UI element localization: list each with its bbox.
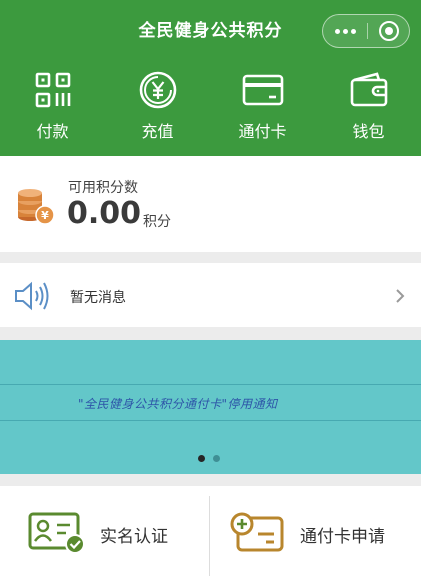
banner-text: "全民健身公共积分通付卡"停用通知: [78, 397, 278, 411]
wallet-label: 钱包: [352, 122, 385, 141]
real-name-verify-button[interactable]: 实名认证: [0, 486, 209, 579]
notice-text: 暂无消息: [70, 290, 126, 306]
points-label: 可用积分数: [68, 180, 138, 196]
carousel-dot-active[interactable]: [198, 455, 205, 462]
mini-program-capsule: [322, 14, 410, 48]
coin-symbol: ¥: [41, 209, 49, 222]
recharge-label: 充值: [141, 122, 174, 141]
card-button[interactable]: 通付卡: [210, 70, 315, 142]
bottom-actions: 实名认证 通付卡申请: [0, 486, 421, 579]
yuan-coin-icon: [137, 70, 179, 110]
banner-rule-bottom: [0, 420, 421, 421]
notice-bar[interactable]: 暂无消息: [0, 263, 421, 327]
close-icon[interactable]: [379, 21, 399, 41]
card-apply-label: 通付卡申请: [300, 527, 385, 547]
card-apply-button[interactable]: 通付卡申请: [210, 486, 419, 579]
carousel-dot[interactable]: [213, 455, 220, 462]
capsule-divider: [367, 23, 368, 39]
pay-label: 付款: [36, 122, 69, 141]
coin-stack-icon: ¥: [18, 189, 55, 225]
more-icon[interactable]: [323, 15, 367, 47]
card-icon: [242, 70, 284, 110]
points-unit: 积分: [143, 214, 171, 230]
wallet-icon: [348, 70, 390, 110]
points-panel: ¥ 可用积分数 0.00 积分: [0, 156, 421, 252]
chevron-right-icon: [396, 289, 405, 303]
qr-code-icon: [32, 70, 74, 110]
recharge-button[interactable]: 充值: [105, 70, 210, 142]
notice-banner[interactable]: "全民健身公共积分通付卡"停用通知: [0, 340, 421, 474]
card-label: 通付卡: [238, 122, 287, 141]
wallet-button[interactable]: 钱包: [316, 70, 421, 142]
pay-button[interactable]: 付款: [0, 70, 105, 142]
header-bar: 全民健身公共积分 付款 充值 通付卡 钱包: [0, 0, 421, 156]
real-name-verify-label: 实名认证: [100, 527, 168, 547]
speaker-icon: [15, 281, 49, 311]
points-value: 0.00: [67, 196, 142, 231]
banner-rule-top: [0, 384, 421, 385]
id-card-verified-icon: [28, 512, 85, 554]
card-apply-icon: [230, 512, 284, 552]
